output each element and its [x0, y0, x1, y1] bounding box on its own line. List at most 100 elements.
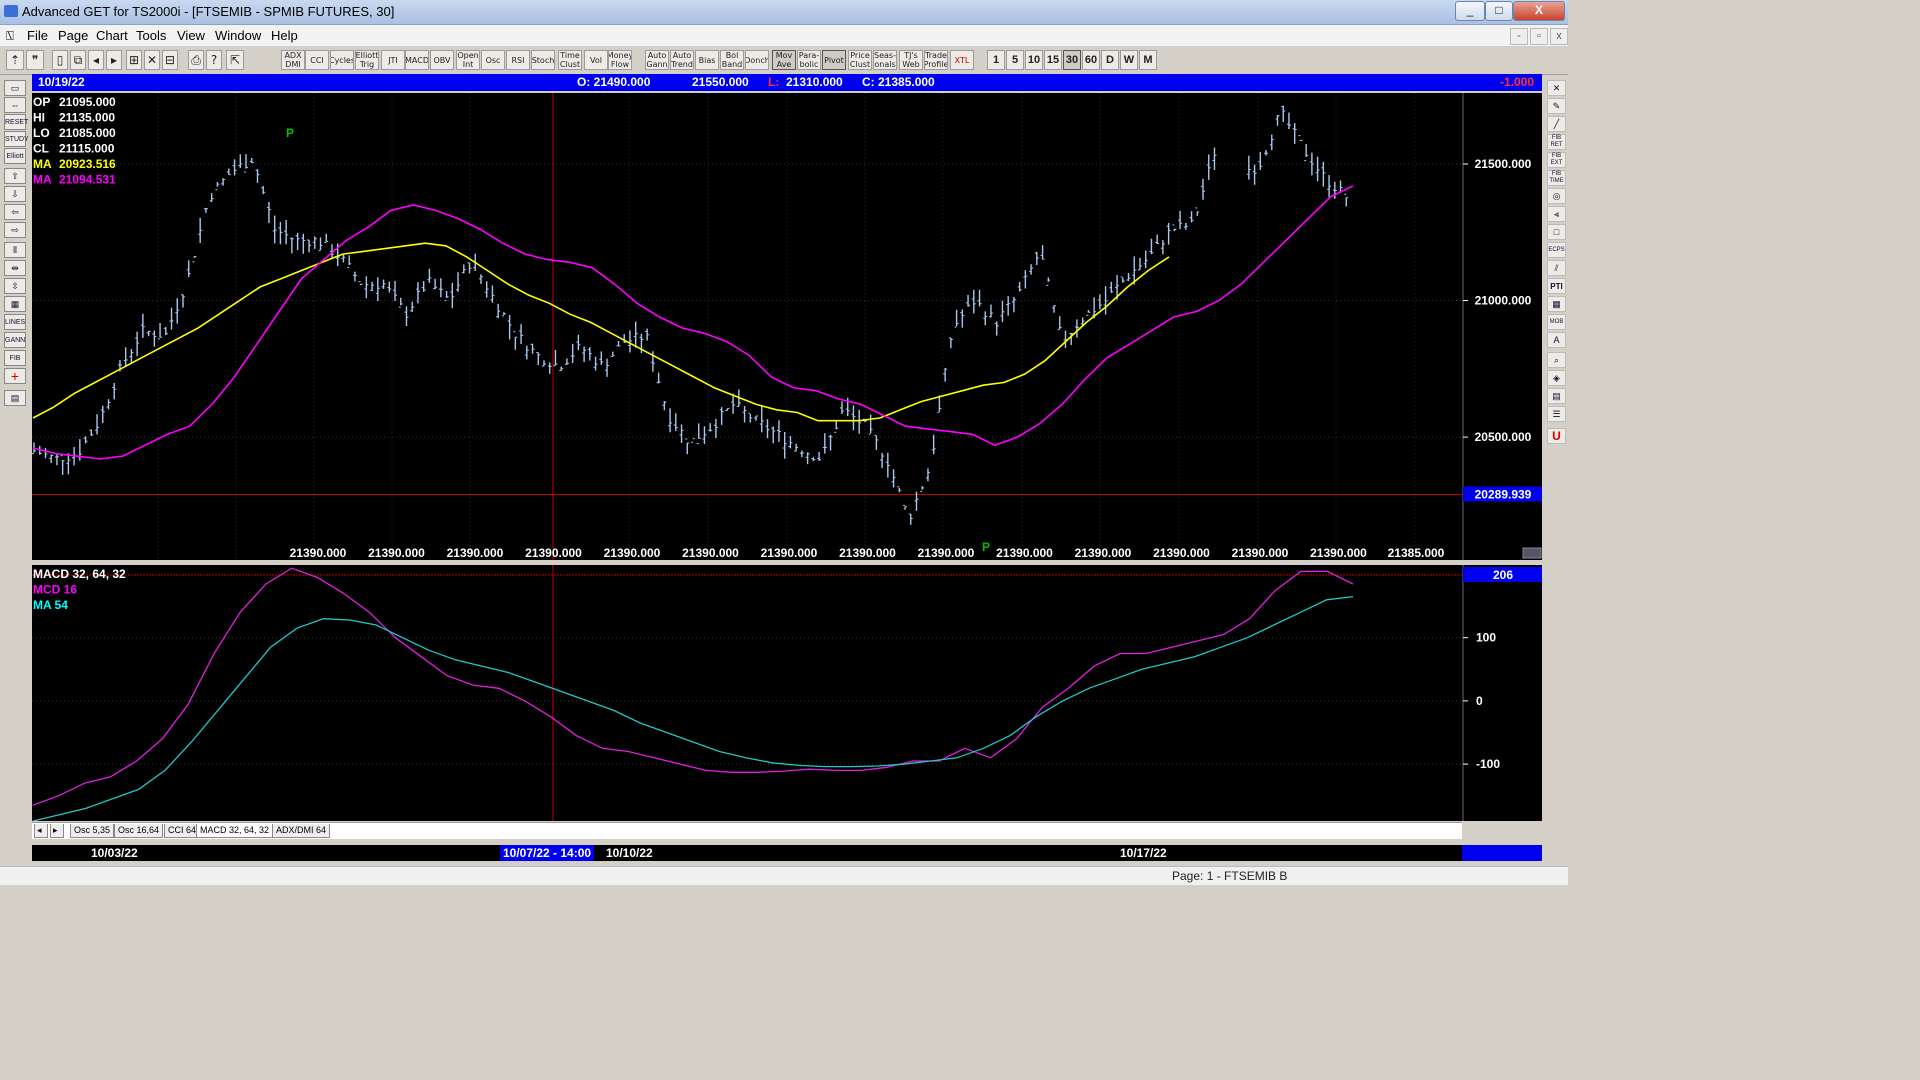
- grid-icon[interactable]: ⊟: [162, 50, 178, 70]
- study-button-para-bolic[interactable]: Para-bolic: [797, 50, 821, 70]
- magnify-icon[interactable]: ⌕: [1547, 352, 1566, 368]
- fib-ret-button[interactable]: FIB RET: [1547, 134, 1566, 150]
- lines-button[interactable]: LINES: [4, 314, 26, 330]
- tab-scroll-left-icon[interactable]: ◂: [34, 824, 48, 838]
- arrow-up-icon[interactable]: ⇧: [4, 168, 26, 184]
- interval-button-1[interactable]: 1: [987, 50, 1005, 70]
- interval-button-w[interactable]: W: [1120, 50, 1138, 70]
- notepad-icon[interactable]: ▤: [4, 390, 26, 406]
- menu-page[interactable]: Page: [58, 28, 88, 43]
- expand-vertical-icon[interactable]: ⇳: [4, 278, 26, 294]
- elliott-button[interactable]: Elliott: [4, 148, 26, 164]
- study-button-time-clust[interactable]: Time Clust: [558, 50, 582, 70]
- tab-osc-5-35[interactable]: Osc 5,35: [70, 824, 115, 838]
- arrow-down-icon[interactable]: ⇩: [4, 186, 26, 202]
- study-button-osc[interactable]: Osc: [481, 50, 505, 70]
- menu-window[interactable]: Window: [215, 28, 261, 43]
- help-pointer-icon[interactable]: ⇱: [226, 50, 244, 70]
- menu-file[interactable]: File: [27, 28, 48, 43]
- tile-icon[interactable]: ⊞: [126, 50, 142, 70]
- back-icon[interactable]: ◂: [88, 50, 104, 70]
- gann-button[interactable]: GANN: [4, 332, 26, 348]
- list-icon[interactable]: ☰: [1547, 406, 1566, 422]
- study-button-stoch[interactable]: Stoch: [531, 50, 555, 70]
- menu-chart[interactable]: Chart: [96, 28, 128, 43]
- study-button-elliott-trig[interactable]: Elliott Trig: [355, 50, 379, 70]
- menu-help[interactable]: Help: [271, 28, 298, 43]
- close-button[interactable]: X: [1513, 1, 1565, 21]
- study-button-rsi[interactable]: RSI: [506, 50, 530, 70]
- study-button-open-int[interactable]: Open Int: [456, 50, 480, 70]
- price-chart-panel[interactable]: P P OP 21095.000 HI 21135.000 LO 21085.000 CL 2…: [32, 93, 1542, 560]
- arrow-left-icon[interactable]: ⇦: [4, 204, 26, 220]
- crosshair-icon[interactable]: +: [4, 368, 26, 384]
- study-button-vol[interactable]: Vol: [584, 50, 608, 70]
- line-tool-icon[interactable]: ╱: [1547, 116, 1566, 132]
- open-folder-icon[interactable]: ▭: [4, 80, 26, 96]
- interval-button-5[interactable]: 5: [1006, 50, 1024, 70]
- quote-icon[interactable]: ❞: [26, 50, 44, 70]
- macd-panel[interactable]: MACD 32, 64, 32 MCD 16 MA 54 100 0 -100 206: [32, 565, 1542, 822]
- fan-icon[interactable]: ⫷: [1547, 206, 1566, 222]
- mdi-restore-button[interactable]: ▫: [1530, 28, 1548, 45]
- fib-button[interactable]: FIB: [4, 350, 26, 366]
- mdi-minimize-button[interactable]: -: [1510, 28, 1528, 45]
- close-x-icon[interactable]: ✕: [1547, 80, 1566, 96]
- new-page-icon[interactable]: ▯: [52, 50, 68, 70]
- info-icon[interactable]: ?: [206, 50, 222, 70]
- interval-button-60[interactable]: 60: [1082, 50, 1100, 70]
- study-button-xtl[interactable]: XTL: [950, 50, 974, 70]
- zoom-icon[interactable]: ⇔: [4, 97, 26, 113]
- tab-osc-16-64[interactable]: Osc 16,64: [114, 824, 164, 838]
- grid-tool-icon[interactable]: ▦: [1547, 296, 1566, 312]
- undo-icon[interactable]: U: [1547, 428, 1566, 444]
- mob-button[interactable]: MOB: [1547, 314, 1566, 330]
- study-button-tj-s-web[interactable]: TJ's Web: [899, 50, 923, 70]
- study-button-auto-trend[interactable]: Auto Trend: [670, 50, 694, 70]
- ecps-button[interactable]: ECPS: [1547, 242, 1566, 258]
- study-button-bol-band[interactable]: Bol Band: [720, 50, 744, 70]
- study-button-adx-dmi[interactable]: ADX DMI: [281, 50, 305, 70]
- study-button[interactable]: STUDY: [4, 131, 29, 147]
- menu-tools[interactable]: Tools: [136, 28, 166, 43]
- tab-scroll-right-icon[interactable]: ▸: [50, 824, 64, 838]
- bars-icon[interactable]: ⫴: [4, 242, 26, 258]
- channel-icon[interactable]: ⫽: [1547, 260, 1566, 276]
- copy-icon[interactable]: ⧉: [70, 50, 86, 70]
- text-tool-icon[interactable]: A: [1547, 332, 1566, 348]
- menu-view[interactable]: View: [177, 28, 205, 43]
- expand-horizontal-icon[interactable]: ⇹: [4, 260, 26, 276]
- spiral-icon[interactable]: ◎: [1547, 188, 1566, 204]
- forward-icon[interactable]: ▸: [106, 50, 122, 70]
- interval-button-15[interactable]: 15: [1044, 50, 1062, 70]
- study-button-cci[interactable]: CCI: [305, 50, 329, 70]
- reset-button[interactable]: RESET: [4, 114, 28, 130]
- fib-ext-button[interactable]: FIB EXT: [1547, 152, 1566, 168]
- study-button-trade-profile[interactable]: Trade Profile: [924, 50, 948, 70]
- tab-macd-32-64-32[interactable]: MACD 32, 64, 32: [196, 824, 274, 838]
- price-chart[interactable]: P P OP 21095.000 HI 21135.000LO 21085.000 CL 2…: [32, 93, 1542, 560]
- calculator-icon[interactable]: ▤: [1547, 388, 1566, 404]
- study-button-macd[interactable]: MACD: [405, 50, 429, 70]
- tab-adx-dmi-64[interactable]: ADX/DMI 64: [272, 824, 331, 838]
- maximize-button[interactable]: □: [1485, 1, 1513, 21]
- minimize-button[interactable]: _: [1455, 1, 1485, 21]
- study-button-pivot[interactable]: Pivot: [822, 50, 846, 70]
- study-button-cycles[interactable]: Cycles: [330, 50, 354, 70]
- study-button-mov-ave[interactable]: Mov Ave: [772, 50, 796, 70]
- study-button-price-clust[interactable]: Price Clust: [848, 50, 872, 70]
- interval-button-10[interactable]: 10: [1025, 50, 1043, 70]
- study-button-jti[interactable]: JTI: [381, 50, 405, 70]
- study-button-seas-onals[interactable]: Seas-onals: [873, 50, 897, 70]
- cross-icon[interactable]: ✕: [144, 50, 160, 70]
- study-button-obv[interactable]: OBV: [430, 50, 454, 70]
- macd-chart[interactable]: MACD 32, 64, 32 MCD 16MA 54 100 0 -100 206: [32, 565, 1542, 822]
- paint-icon[interactable]: ◈: [1547, 370, 1566, 386]
- box-icon[interactable]: □: [1547, 224, 1566, 240]
- interval-button-30[interactable]: 30: [1063, 50, 1081, 70]
- interval-button-d[interactable]: D: [1101, 50, 1119, 70]
- print-icon[interactable]: ⎙: [188, 50, 204, 70]
- pencil-icon[interactable]: ✎: [1547, 98, 1566, 114]
- pointer-icon[interactable]: ⇡: [6, 50, 24, 70]
- study-button-money-flow[interactable]: Money Flow: [608, 50, 632, 70]
